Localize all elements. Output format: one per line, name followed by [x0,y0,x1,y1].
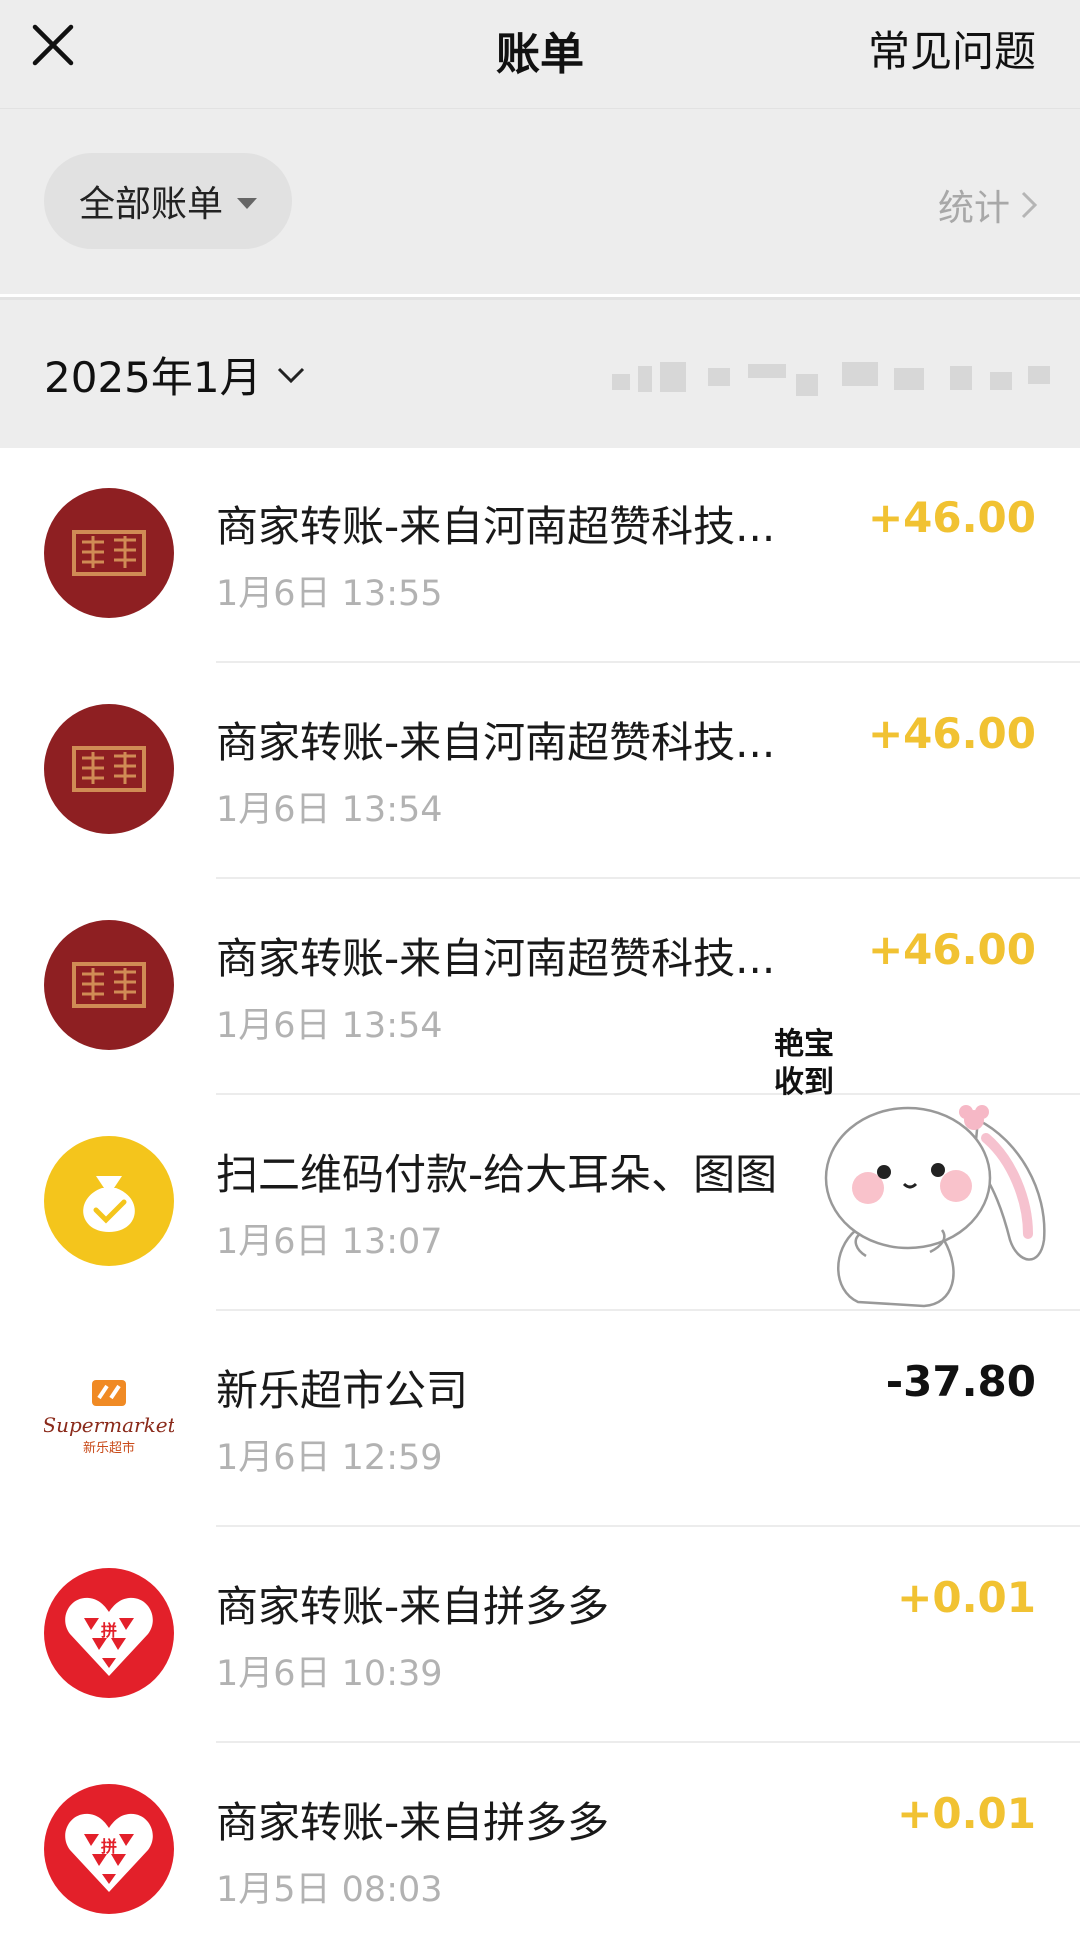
transaction-row[interactable]: 拼 商家转账-来自拼多多 1月6日 10:39 +0.01 [0,1527,1080,1743]
chaozan-logo [44,488,174,618]
transaction-amount: +0.01 [897,1789,1036,1838]
filter-bar: 全部账单 统计 [0,109,1080,294]
transaction-title: 扫二维码付款-给大耳朵、图图 [216,1150,778,1199]
month-bar: 2025年1月 [0,297,1080,448]
month-label: 2025年1月 [44,353,262,402]
blurred-summary [612,362,1052,398]
transaction-time: 1月6日 12:59 [216,1438,443,1478]
transaction-row[interactable]: 拼 商家转账-来自拼多多 1月5日 08:03 +0.01 [0,1743,1080,1959]
sticker-caption-line1: 艳宝 [774,1027,834,1062]
chaozan-logo [44,920,174,1050]
faq-link[interactable]: 常见问题 [868,18,1036,79]
transaction-time: 1月6日 13:55 [216,574,443,614]
bunny-sticker: 艳宝 收到 [748,1020,1068,1320]
chevron-down-icon [277,367,304,383]
month-selector[interactable]: 2025年1月 [44,344,306,405]
transaction-time: 1月6日 13:54 [216,1006,443,1046]
transaction-time: 1月5日 08:03 [216,1870,443,1910]
money-bag-icon [44,1136,174,1266]
transaction-row[interactable]: Supermarket 新乐超市 新乐超市公司 1月6日 12:59 -37.8… [0,1311,1080,1527]
transaction-amount: +0.01 [897,1573,1036,1622]
chaozan-logo [44,704,174,834]
transaction-time: 1月6日 13:07 [216,1222,443,1262]
transaction-title: 新乐超市公司 [216,1366,469,1415]
caret-down-icon [237,197,257,209]
transaction-amount: -37.80 [885,1357,1036,1406]
transaction-title: 商家转账-来自河南超赞科技... [216,718,776,767]
supermarket-logo-text: Supermarket [44,1413,174,1437]
transaction-row[interactable]: 商家转账-来自河南超赞科技... 1月6日 13:54 +46.00 [0,663,1080,879]
transaction-title: 商家转账-来自河南超赞科技... [216,502,776,551]
stats-label: 统计 [937,188,1010,229]
transaction-amount: +46.00 [867,925,1036,974]
transaction-amount: +46.00 [867,709,1036,758]
transaction-time: 1月6日 13:54 [216,790,443,830]
pinduoduo-logo: 拼 [44,1784,174,1914]
bill-type-dropdown[interactable]: 全部账单 [44,153,292,249]
transaction-time: 1月6日 10:39 [216,1654,443,1694]
supermarket-logo: Supermarket 新乐超市 [44,1352,174,1482]
transaction-title: 商家转账-来自河南超赞科技... [216,934,776,983]
transaction-title: 商家转账-来自拼多多 [216,1582,610,1631]
svg-text:拼: 拼 [101,1837,117,1856]
bill-type-label: 全部账单 [78,184,223,225]
transaction-title: 商家转账-来自拼多多 [216,1798,610,1847]
stats-link[interactable]: 统计 [938,179,1038,231]
transaction-amount: +46.00 [867,493,1036,542]
transaction-row[interactable]: 商家转账-来自河南超赞科技... 1月6日 13:55 +46.00 [0,447,1080,663]
svg-text:拼: 拼 [101,1621,117,1640]
supermarket-logo-sub: 新乐超市 [83,1440,135,1456]
top-bar: 账单 常见问题 [0,0,1080,109]
sticker-caption-line2: 收到 [774,1065,834,1100]
pinduoduo-logo: 拼 [44,1568,174,1698]
chevron-right-icon [1021,191,1038,219]
